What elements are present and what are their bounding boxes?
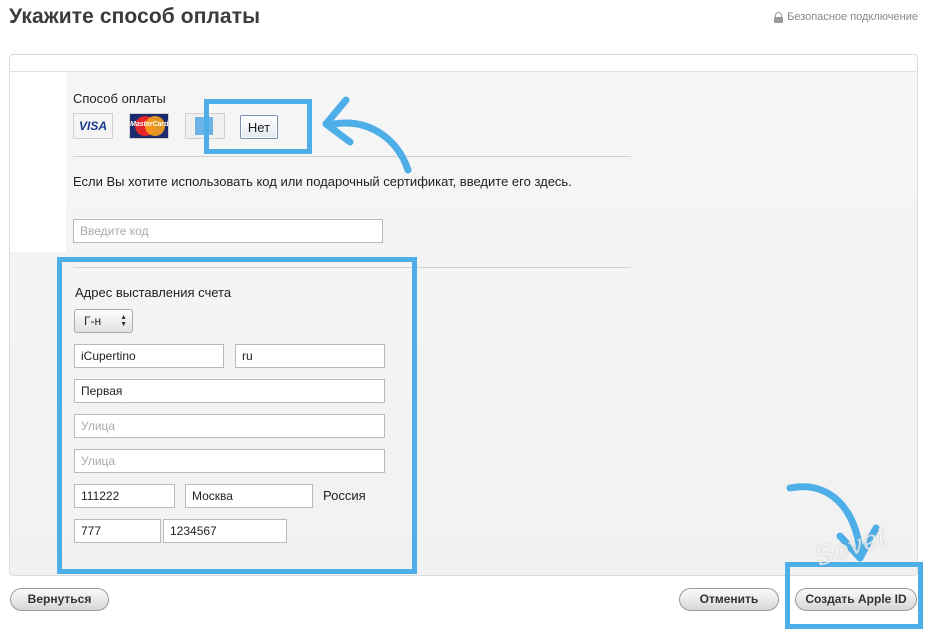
create-apple-id-button[interactable]: Создать Apple ID — [795, 588, 917, 611]
annotation-arrows — [322, 96, 880, 562]
back-button[interactable]: Вернуться — [10, 588, 109, 611]
arrow-to-none-button — [330, 119, 412, 174]
cancel-button[interactable]: Отменить — [679, 588, 779, 611]
